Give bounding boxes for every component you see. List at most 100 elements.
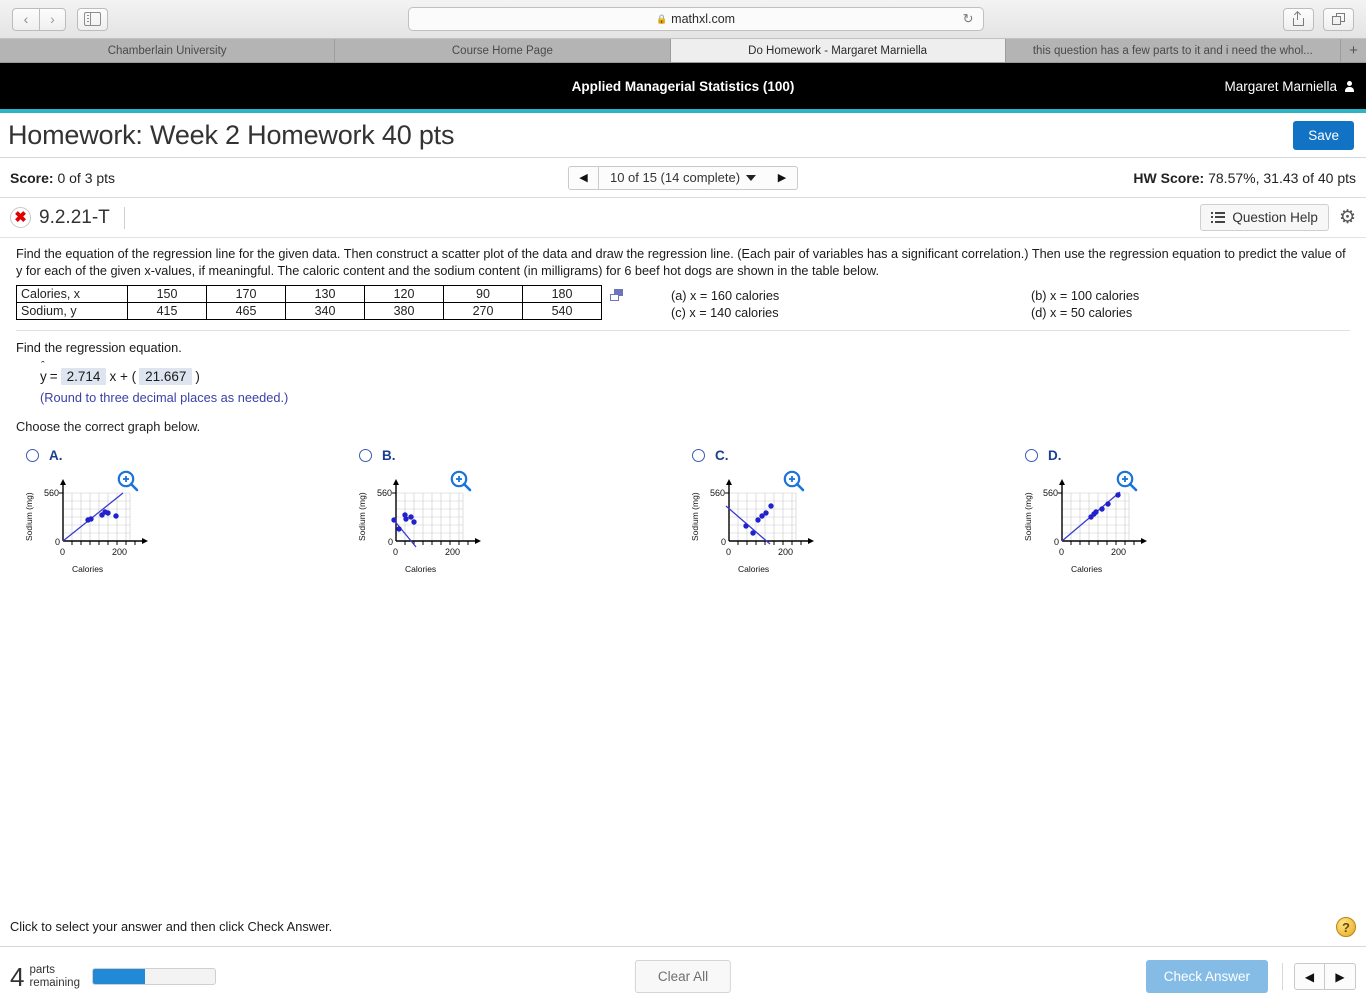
zoom-graph-a-button[interactable] bbox=[117, 470, 139, 497]
intercept-input[interactable]: 21.667 bbox=[139, 368, 193, 385]
progress-bar bbox=[91, 968, 216, 985]
reload-icon[interactable]: ↻ bbox=[963, 11, 974, 27]
browser-tab-1[interactable]: Chamberlain University bbox=[0, 39, 336, 62]
browser-tab-3[interactable]: Do Homework - Margaret Marniella bbox=[670, 39, 1006, 62]
check-answer-button[interactable]: Check Answer bbox=[1145, 960, 1268, 993]
chevron-down-icon bbox=[746, 174, 757, 181]
data-points-b bbox=[391, 512, 417, 532]
scatter-plot-d: Sodium (mg) Calories 560 0 0 200 bbox=[1023, 479, 1147, 574]
choice-d-letter: D. bbox=[1048, 448, 1062, 463]
y-axis-label-b: Sodium (mg) bbox=[357, 492, 367, 541]
zoom-graph-d-button[interactable] bbox=[1116, 470, 1138, 497]
y-tick-560-c: 560 bbox=[710, 488, 725, 498]
question-help-button[interactable]: Question Help bbox=[1200, 204, 1329, 231]
hw-score-display: HW Score: 78.57%, 31.43 of 40 pts bbox=[1133, 170, 1356, 186]
find-equation-label: Find the regression equation. bbox=[16, 340, 182, 355]
save-button[interactable]: Save bbox=[1293, 120, 1354, 150]
tab-overview-button[interactable] bbox=[1323, 7, 1354, 31]
choice-a-letter: A. bbox=[49, 448, 63, 463]
cell-calories-2: 170 bbox=[206, 285, 286, 303]
y-axis-label-c: Sodium (mg) bbox=[690, 492, 700, 541]
gridlines-d bbox=[1061, 492, 1130, 542]
back-button[interactable]: ‹ bbox=[12, 7, 39, 31]
user-menu[interactable]: Margaret Marniella bbox=[1224, 79, 1354, 94]
choose-graph-label: Choose the correct graph below. bbox=[16, 419, 201, 434]
course-title: Applied Managerial Statistics (100) bbox=[571, 78, 795, 94]
radio-choice-c[interactable] bbox=[692, 449, 705, 462]
question-part-b: (b) x = 100 calories bbox=[1031, 289, 1140, 303]
url-text: mathxl.com bbox=[671, 12, 736, 26]
radio-choice-a[interactable] bbox=[26, 449, 39, 462]
forward-button[interactable]: › bbox=[39, 7, 66, 31]
cell-calories-5: 90 bbox=[443, 285, 523, 303]
choice-d-header: D. bbox=[1015, 448, 1348, 463]
url-bar-container: 🔒 mathxl.com ↻ bbox=[108, 7, 1283, 31]
copy-table-icon[interactable] bbox=[610, 289, 623, 301]
data-table: Calories, x 150 170 130 120 90 180 Sodiu… bbox=[16, 285, 602, 320]
equation-middle: x + ( bbox=[109, 369, 137, 384]
question-id: 9.2.21-T bbox=[39, 206, 125, 229]
x-tick-0-c: 0 bbox=[726, 547, 731, 557]
progress-fill bbox=[92, 969, 146, 984]
choice-c-header: C. bbox=[682, 448, 1015, 463]
new-tab-button[interactable]: + bbox=[1341, 39, 1366, 62]
question-help-label: Question Help bbox=[1232, 210, 1318, 225]
rounding-note: (Round to three decimal places as needed… bbox=[40, 390, 289, 405]
clear-all-button[interactable]: Clear All bbox=[634, 960, 732, 993]
footer-prev-button[interactable]: ◀ bbox=[1294, 963, 1325, 990]
gear-icon[interactable]: ⚙ bbox=[1339, 208, 1356, 227]
row-header-calories: Calories, x bbox=[16, 285, 128, 303]
choice-b-header: B. bbox=[349, 448, 682, 463]
pager-dropdown[interactable]: 10 of 15 (14 complete) bbox=[598, 165, 768, 190]
share-button[interactable] bbox=[1283, 7, 1314, 31]
help-icon[interactable]: ? bbox=[1336, 917, 1356, 937]
hat-accent: ˆ bbox=[41, 360, 45, 372]
sidebar-toggle-button[interactable] bbox=[77, 7, 108, 31]
x-tick-0-a: 0 bbox=[60, 547, 65, 557]
hw-score-value: 78.57%, 31.43 of 40 pts bbox=[1208, 169, 1356, 186]
address-bar[interactable]: 🔒 mathxl.com ↻ bbox=[407, 7, 984, 31]
pager-prev-button[interactable]: ◀ bbox=[567, 165, 599, 190]
radio-choice-b[interactable] bbox=[359, 449, 372, 462]
browser-tab-2[interactable]: Course Home Page bbox=[335, 39, 671, 62]
table-row: Sodium, y 415 465 340 380 270 540 bbox=[16, 302, 602, 320]
row-header-sodium: Sodium, y bbox=[16, 302, 128, 320]
choice-a-header: A. bbox=[16, 448, 349, 463]
app-header-bar: Applied Managerial Statistics (100) Marg… bbox=[0, 63, 1366, 109]
choice-b: B. Sodium (mg) Calories 560 0 0 200 bbox=[349, 448, 682, 581]
radio-choice-d[interactable] bbox=[1025, 449, 1038, 462]
parts-remaining-count: 4 bbox=[10, 961, 25, 992]
pager-next-button[interactable]: ▶ bbox=[767, 165, 799, 190]
equation-close-paren: ) bbox=[195, 369, 200, 384]
y-tick-560-d: 560 bbox=[1043, 488, 1058, 498]
footer-next-button[interactable]: ▶ bbox=[1325, 963, 1356, 990]
tabs-icon bbox=[1332, 13, 1345, 25]
x-tick-200-b: 200 bbox=[445, 547, 460, 557]
question-number-row: ✖ 9.2.21-T Question Help ⚙ bbox=[0, 198, 1366, 238]
data-points-a bbox=[85, 509, 119, 523]
homework-title-row: Homework: Week 2 Homework 40 pts Save bbox=[0, 113, 1366, 158]
divider bbox=[16, 330, 1350, 331]
choice-c-letter: C. bbox=[715, 448, 729, 463]
browser-chrome: ‹ › 🔒 mathxl.com ↻ Chamberlain Universit… bbox=[0, 0, 1366, 63]
choice-b-letter: B. bbox=[382, 448, 396, 463]
zoom-graph-c-button[interactable] bbox=[783, 470, 805, 497]
footer-instruction: Click to select your answer and then cli… bbox=[10, 919, 333, 934]
graph-c: Sodium (mg) Calories 560 0 0 200 bbox=[682, 471, 1015, 581]
slope-input[interactable]: 2.714 bbox=[60, 368, 107, 385]
browser-tab-4[interactable]: this question has a few parts to it and … bbox=[1005, 39, 1341, 62]
y-hat-symbol: ˆ y bbox=[40, 360, 47, 384]
back-icon: ‹ bbox=[23, 11, 29, 27]
choice-a: A. Sodium (mg) Calories 560 0 0 200 bbox=[16, 448, 349, 581]
scatter-plot-a: Sodium (mg) Calories 560 0 0 200 bbox=[24, 479, 148, 574]
choice-d: D. Sodium (mg) Calories 560 0 0 200 bbox=[1015, 448, 1348, 581]
graph-b: Sodium (mg) Calories 560 0 0 200 bbox=[349, 471, 682, 581]
x-axis-label-c: Calories bbox=[738, 564, 769, 574]
gridlines-a bbox=[62, 492, 131, 542]
share-icon bbox=[1293, 12, 1304, 26]
x-axis-label-b: Calories bbox=[405, 564, 436, 574]
zoom-graph-b-button[interactable] bbox=[450, 470, 472, 497]
question-pager: ◀ 10 of 15 (14 complete) ▶ bbox=[567, 165, 799, 190]
y-axis-label-d: Sodium (mg) bbox=[1023, 492, 1033, 541]
table-row: Calories, x 150 170 130 120 90 180 bbox=[16, 285, 602, 303]
